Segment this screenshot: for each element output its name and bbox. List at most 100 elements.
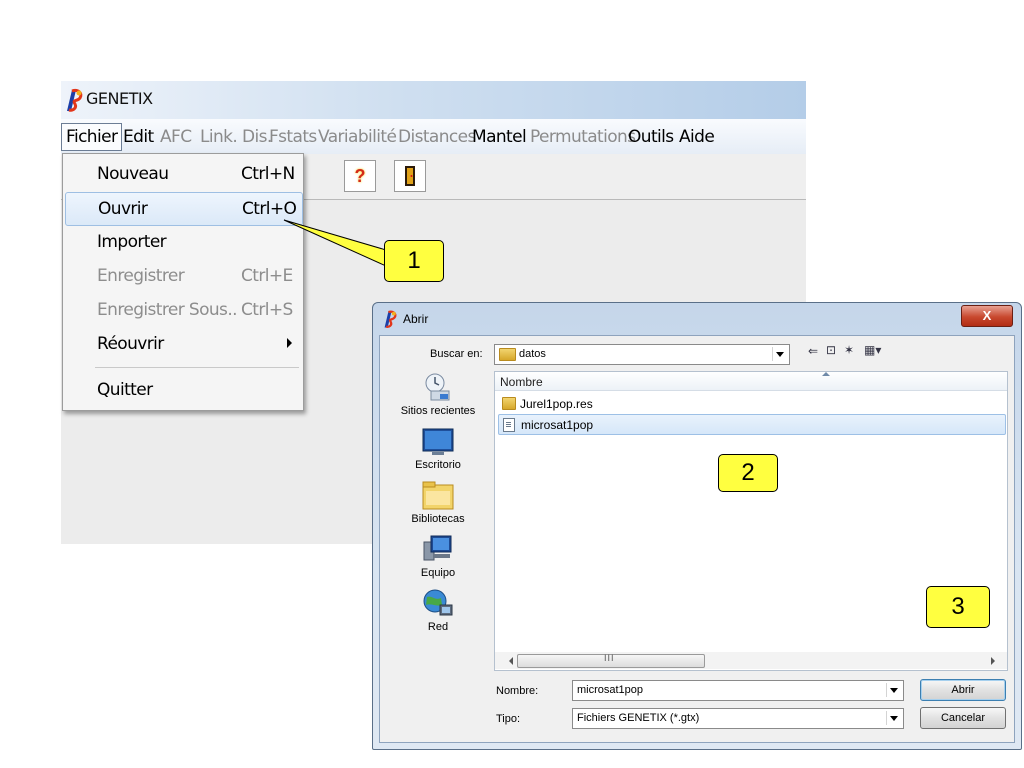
folder-icon [502, 397, 516, 415]
place-libraries[interactable]: Bibliotecas [384, 479, 492, 533]
menu-fstats[interactable]: Fstats [269, 127, 317, 147]
file-name: Jurel1pop.res [520, 397, 593, 411]
filetype-value: Fichiers GENETIX (*.gtx) [577, 712, 700, 724]
place-desktop[interactable]: Escritorio [384, 425, 492, 479]
door-icon [395, 161, 425, 200]
menu-item-reouvrir[interactable]: Réouvrir [65, 328, 301, 360]
dialog-title-bar: Abrir X [373, 303, 1021, 335]
libraries-icon [422, 481, 454, 510]
menu-item-shortcut: Ctrl+N [241, 164, 295, 184]
filetype-label: Tipo: [496, 713, 521, 725]
menu-mantel[interactable]: Mantel [472, 127, 527, 147]
place-label: Equipo [420, 567, 456, 579]
filetype-select[interactable]: Fichiers GENETIX (*.gtx) [572, 708, 904, 729]
menu-item-nouveau[interactable]: Nouveau Ctrl+N [65, 158, 301, 190]
menu-aide[interactable]: Aide [679, 127, 715, 147]
callout-3: 3 [926, 586, 990, 628]
genetix-app-icon [384, 310, 397, 328]
open-button[interactable]: Abrir [920, 679, 1006, 701]
menu-item-ouvrir[interactable]: Ouvrir Ctrl+O [65, 192, 303, 226]
place-label: Escritorio [415, 459, 461, 471]
grip-icon: III [604, 653, 615, 663]
back-arrow-icon[interactable]: ⇐ [808, 344, 818, 358]
look-in-combo[interactable]: datos [494, 344, 790, 365]
filename-input[interactable]: microsat1pop [572, 680, 904, 701]
scroll-thumb[interactable]: III [517, 653, 705, 668]
exit-button[interactable] [394, 160, 426, 192]
help-button[interactable]: ? [344, 160, 376, 192]
file-row-selected[interactable]: microsat1pop [498, 414, 1006, 435]
up-folder-icon[interactable]: ⊡ [826, 343, 836, 357]
genetix-title: GENETIX [86, 89, 153, 108]
menu-fichier[interactable]: Fichier [61, 123, 123, 151]
menu-edit[interactable]: Edit [123, 127, 154, 147]
callout-1: 1 [384, 240, 444, 282]
recent-places-icon [425, 373, 450, 401]
close-button[interactable]: X [961, 305, 1013, 327]
menu-item-label: Importer [97, 232, 167, 252]
help-icon: ? [354, 166, 366, 186]
callout-2: 2 [718, 454, 778, 492]
filename-value: microsat1pop [577, 684, 644, 696]
file-name: microsat1pop [521, 418, 594, 432]
menu-link-dis[interactable]: Link. Dis. [200, 127, 272, 147]
look-in-folder-icon [499, 348, 516, 364]
column-header-name[interactable]: Nombre [495, 372, 1007, 391]
places-bar: Sitios recientes Escritorio Bibliotecas [384, 371, 492, 671]
look-in-value: datos [519, 348, 546, 360]
genetix-app-icon [67, 89, 83, 112]
place-network[interactable]: Red [384, 587, 492, 641]
place-label: Red [427, 621, 449, 633]
sort-ascending-icon [822, 372, 830, 376]
dialog-body: Buscar en: datos ⇐ ⊡ ✶ ▦▾ Sitios recient… [379, 335, 1015, 743]
column-header-label: Nombre [500, 375, 543, 389]
dialog-title: Abrir [403, 312, 429, 326]
menu-afc[interactable]: AFC [160, 127, 192, 147]
menu-item-enregistrer-sous[interactable]: Enregistrer Sous.. Ctrl+S [65, 294, 301, 326]
menu-item-label: Réouvrir [97, 334, 164, 354]
scroll-right-icon[interactable] [991, 657, 995, 665]
desktop-icon [422, 428, 454, 455]
network-icon [423, 589, 453, 616]
view-menu-icon[interactable]: ▦▾ [864, 343, 881, 357]
computer-icon [423, 535, 452, 561]
file-row-folder[interactable]: Jurel1pop.res [498, 394, 1004, 413]
menu-variabilite[interactable]: Variabilité [318, 127, 397, 147]
menu-item-label: Nouveau [97, 164, 169, 184]
fichier-dropdown-menu: Nouveau Ctrl+N Ouvrir Ctrl+O Importer En… [62, 153, 304, 411]
look-in-label: Buscar en: [430, 348, 483, 360]
door-glyph [405, 166, 415, 186]
place-computer[interactable]: Equipo [384, 533, 492, 587]
menu-item-shortcut: Ctrl+O [242, 199, 297, 219]
genetix-title-bar: GENETIX [61, 81, 806, 119]
menu-distances[interactable]: Distances [398, 127, 476, 147]
menu-item-importer[interactable]: Importer [65, 226, 301, 258]
submenu-arrow-icon [287, 338, 292, 348]
place-label: Sitios recientes [400, 405, 476, 417]
menu-permutations[interactable]: Permutations [530, 127, 636, 147]
menu-item-enregistrer[interactable]: Enregistrer Ctrl+E [65, 260, 301, 292]
menu-item-label: Enregistrer Sous.. [97, 300, 238, 320]
menu-item-label: Quitter [97, 380, 153, 400]
menu-separator [95, 367, 299, 368]
menu-item-label: Ouvrir [98, 199, 148, 219]
filename-label: Nombre: [496, 685, 539, 697]
new-folder-icon[interactable]: ✶ [844, 343, 854, 357]
open-file-dialog: Abrir X Buscar en: datos ⇐ ⊡ ✶ ▦▾ Sitios… [372, 302, 1022, 750]
close-icon: X [982, 308, 992, 323]
file-icon [503, 418, 515, 437]
horizontal-scrollbar[interactable]: III [495, 652, 1007, 669]
genetix-menubar: Fichier Edit AFC Link. Dis. Fstats Varia… [61, 119, 806, 154]
menu-item-shortcut: Ctrl+E [241, 266, 293, 286]
cancel-button[interactable]: Cancelar [920, 707, 1006, 729]
menu-item-shortcut: Ctrl+S [241, 300, 293, 320]
chevron-down-icon[interactable] [886, 711, 901, 725]
chevron-down-icon[interactable] [772, 347, 787, 361]
menu-item-quitter[interactable]: Quitter [65, 374, 301, 406]
scroll-left-icon[interactable] [509, 657, 513, 665]
place-recent[interactable]: Sitios recientes [384, 371, 492, 425]
chevron-down-icon[interactable] [886, 683, 901, 697]
place-label: Bibliotecas [411, 513, 465, 525]
menu-outils[interactable]: Outils [628, 127, 674, 147]
menu-item-label: Enregistrer [97, 266, 185, 286]
